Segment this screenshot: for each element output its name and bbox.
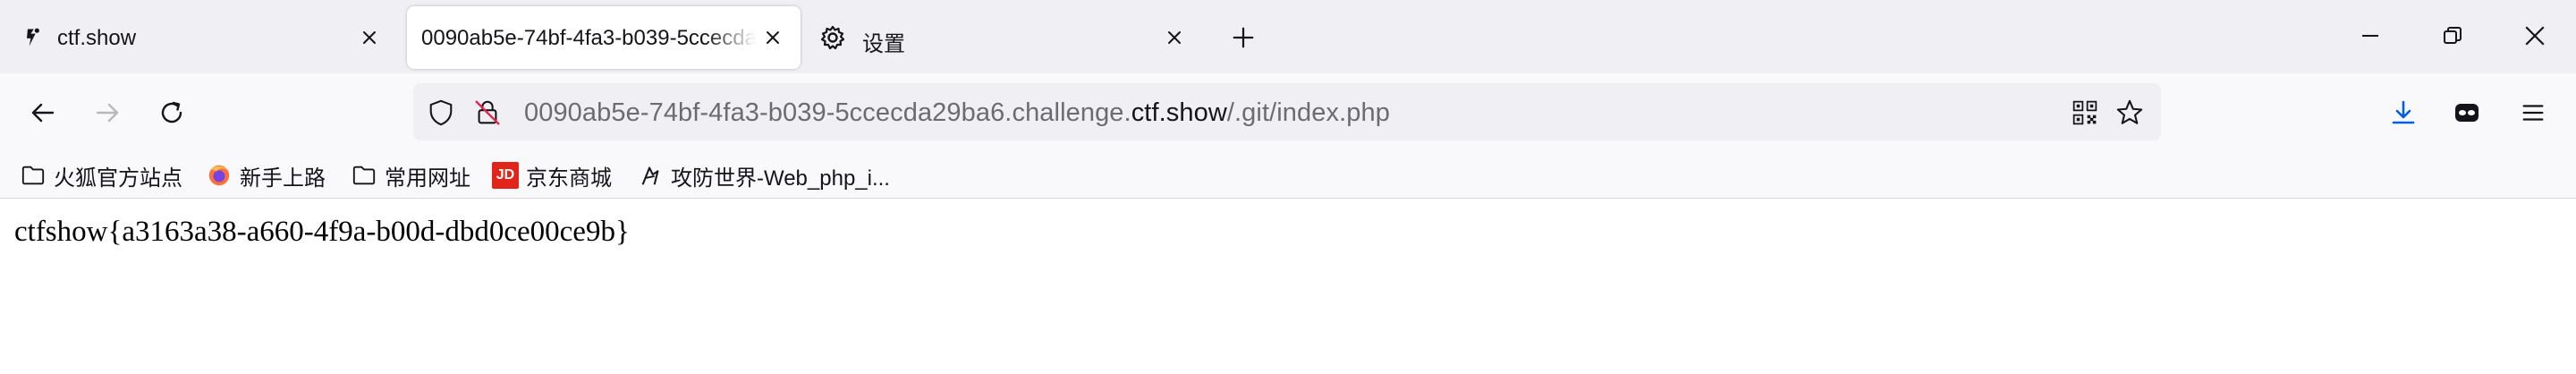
tab-title: 0090ab5e-74bf-4fa3-b039-5ccecda29ba6.cha…	[421, 26, 756, 50]
forward-button[interactable]	[86, 91, 129, 134]
url-domain: ctf.show	[1131, 98, 1227, 127]
url-text[interactable]: 0090ab5e-74bf-4fa3-b039-5ccecda29ba6.cha…	[524, 98, 1390, 128]
tab-title: 设置	[862, 32, 905, 56]
gear-icon	[819, 24, 846, 51]
bookmark-label: 新手上路	[240, 166, 326, 191]
bookmark-label: 京东商城	[526, 166, 612, 191]
folder-icon	[20, 162, 47, 189]
back-button[interactable]	[21, 91, 64, 134]
close-window-button[interactable]	[2494, 0, 2576, 72]
ctfshow-logo-icon	[20, 24, 47, 51]
forward-arrow-icon	[96, 103, 119, 123]
back-arrow-icon	[31, 103, 55, 123]
minimize-button[interactable]	[2329, 0, 2411, 72]
url-path: /.git/index.php	[1226, 98, 1390, 127]
bookmark-label: 火狐官方站点	[54, 166, 182, 191]
bookmark-common-sites[interactable]: 常用网址	[351, 157, 470, 193]
download-icon	[2392, 100, 2415, 124]
close-tab-icon[interactable]	[759, 24, 786, 51]
navigation-toolbar: 0090ab5e-74bf-4fa3-b039-5ccecda29ba6.cha…	[0, 73, 2576, 152]
address-bar[interactable]: 0090ab5e-74bf-4fa3-b039-5ccecda29ba6.cha…	[413, 83, 2161, 140]
bookmark-getting-started[interactable]: 新手上路	[206, 157, 326, 193]
restore-icon	[2444, 27, 2462, 44]
bookmark-adworld[interactable]: 攻防世界-Web_php_i...	[637, 157, 890, 193]
adworld-logo-icon	[637, 162, 664, 189]
bookmarks-toolbar: 火狐官方站点 新手上路 常用网址 JD 京东商城 攻防世界-Web_php_i.…	[0, 152, 2576, 199]
tab-strip: ctf.show 0090ab5e-74bf-4fa3-b039-5ccecda…	[0, 0, 2576, 73]
reload-button[interactable]	[150, 91, 193, 134]
plus-icon	[1230, 24, 1257, 51]
tab-settings[interactable]: 设置	[807, 6, 1200, 69]
tracking-protection-shield-icon[interactable]	[426, 98, 456, 128]
qr-code-icon[interactable]	[2070, 98, 2100, 128]
jd-logo-icon: JD	[492, 162, 519, 189]
downloads-button[interactable]	[2382, 91, 2425, 134]
private-browsing-button[interactable]	[2445, 91, 2488, 134]
bookmark-jd[interactable]: JD 京东商城	[492, 157, 612, 193]
page-content: ctfshow{a3163a38-a660-4f9a-b00d-dbd0ce00…	[0, 200, 2576, 374]
close-tab-icon[interactable]	[356, 24, 383, 51]
reload-icon	[161, 101, 182, 123]
url-prefix: 0090ab5e-74bf-4fa3-b039-5ccecda29ba6.cha…	[524, 98, 1131, 127]
minimize-icon	[2362, 35, 2378, 37]
tab-title: ctf.show	[57, 26, 137, 50]
bookmark-star-icon[interactable]	[2114, 98, 2145, 128]
tab-active-challenge[interactable]: 0090ab5e-74bf-4fa3-b039-5ccecda29ba6.cha…	[407, 6, 801, 69]
app-menu-button[interactable]	[2512, 91, 2555, 134]
hamburger-menu-icon	[2522, 105, 2544, 121]
private-mask-icon	[2455, 104, 2479, 122]
restore-button[interactable]	[2411, 0, 2494, 72]
close-tab-icon[interactable]	[1161, 24, 1188, 51]
bookmark-firefox-official[interactable]: 火狐官方站点	[20, 157, 182, 193]
bookmark-label: 常用网址	[385, 166, 470, 191]
bookmark-label: 攻防世界-Web_php_i...	[671, 166, 890, 191]
new-tab-button[interactable]	[1224, 6, 1263, 69]
jd-logo-text: JD	[492, 162, 519, 189]
firefox-icon	[206, 162, 233, 189]
close-icon	[2525, 26, 2545, 46]
folder-icon	[351, 162, 377, 189]
tab-ctfshow[interactable]: ctf.show	[7, 6, 401, 69]
flag-text: ctfshow{a3163a38-a660-4f9a-b00d-dbd0ce00…	[14, 216, 630, 248]
insecure-lock-icon[interactable]	[472, 98, 503, 128]
